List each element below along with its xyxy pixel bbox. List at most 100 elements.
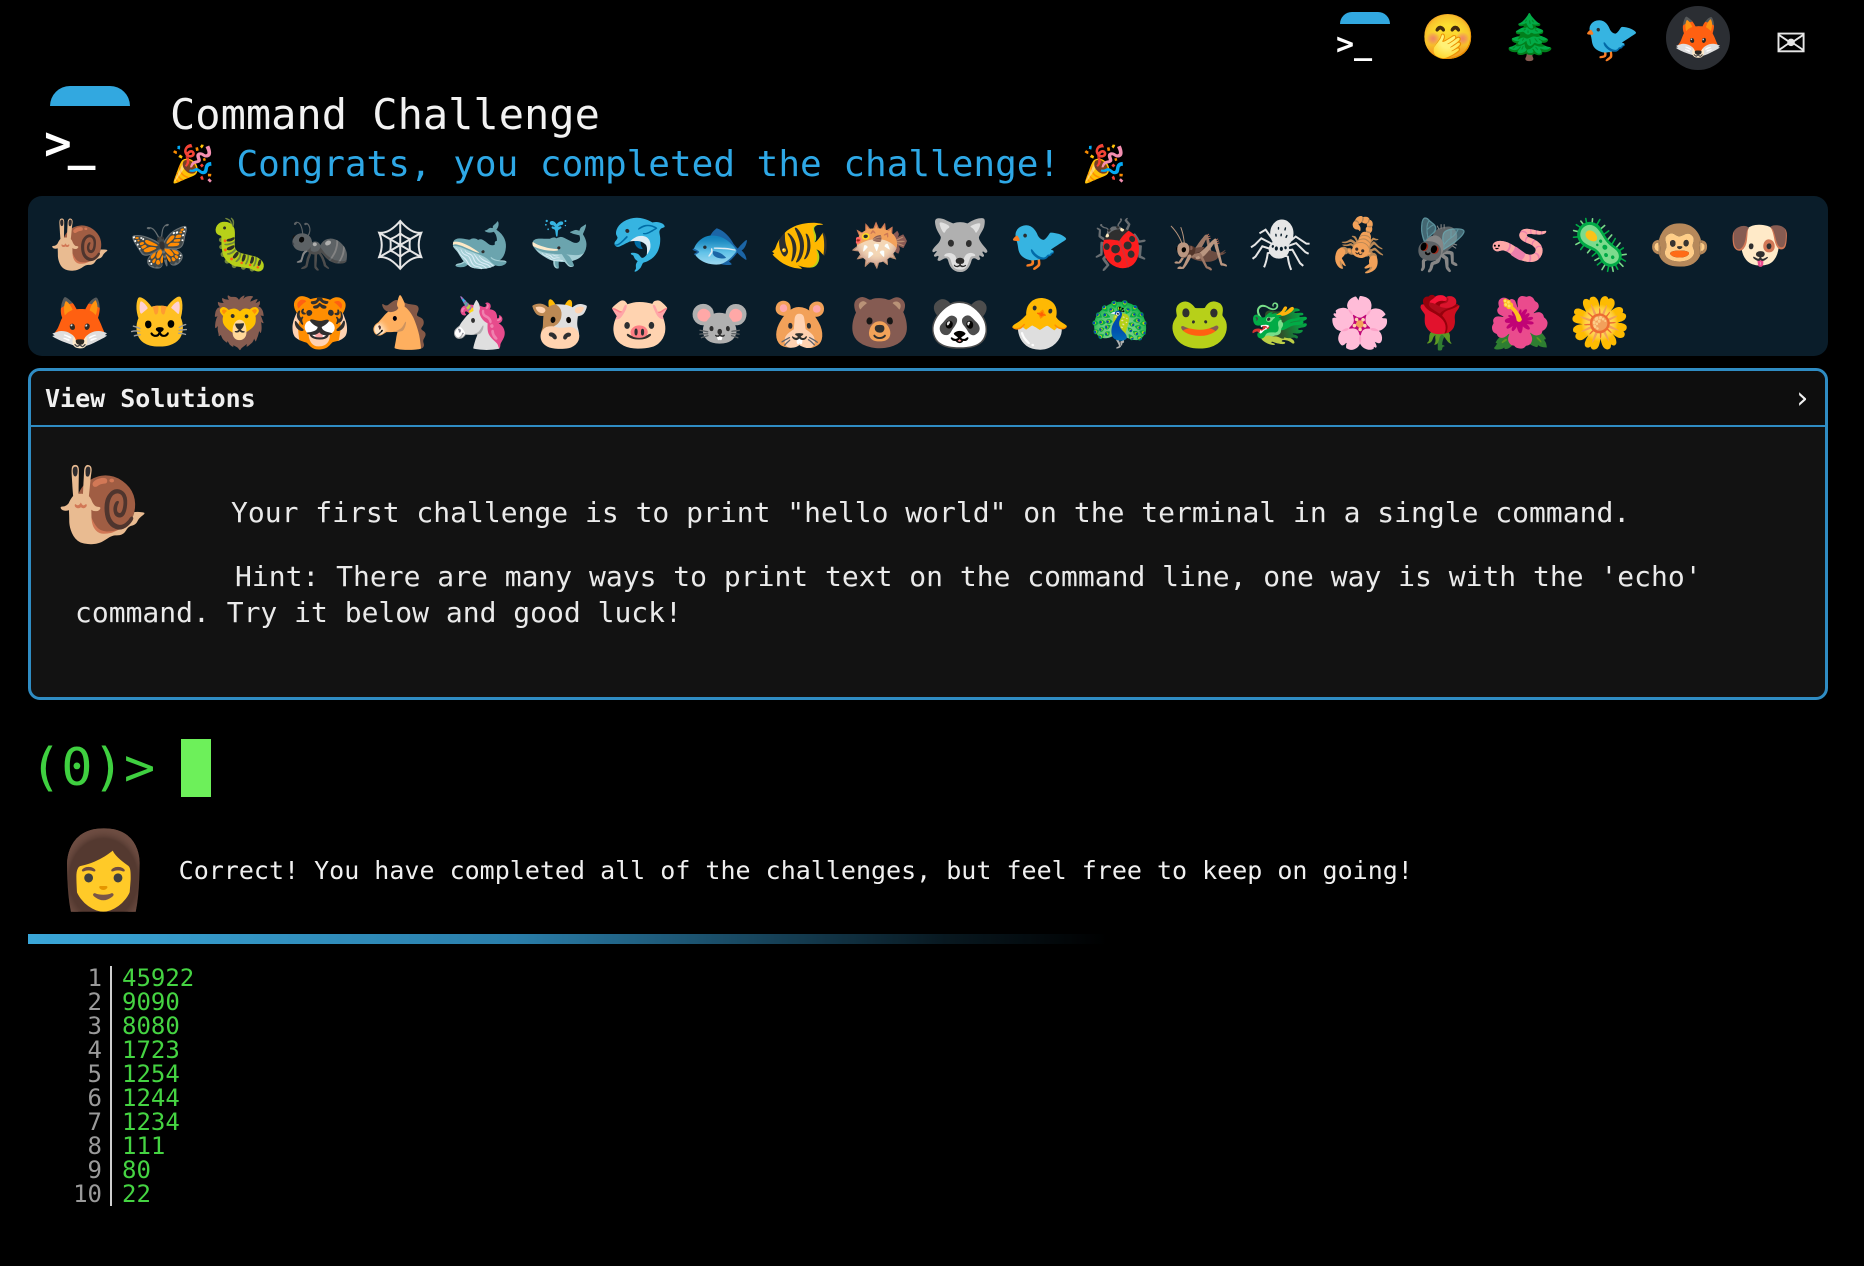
view-solutions-label: View Solutions: [45, 383, 256, 413]
output-line-number: 3: [70, 1014, 112, 1038]
output-value: 9090: [122, 988, 180, 1016]
gitlab-fox-icon[interactable]: 🦊: [1666, 6, 1730, 70]
output-divider: [28, 934, 1108, 944]
level-scorpion-icon[interactable]: 🦂: [1320, 206, 1400, 284]
output-row: 6 1244: [70, 1086, 194, 1110]
social-bar: >_ 🤭 🌲 🐦 🦊 ✉: [1334, 2, 1826, 74]
terminal-prompt: (0)>: [30, 738, 156, 798]
level-dragon-face-icon[interactable]: 🐲: [1240, 284, 1320, 362]
snail-icon: 🐌: [55, 460, 150, 549]
page-subtitle: 🎉 Congrats, you completed the challenge!…: [170, 144, 1127, 185]
challenge-body: 🐌 Your first challenge is to print "hell…: [31, 427, 1825, 631]
level-monkey-face-icon[interactable]: 🐵: [1640, 206, 1720, 284]
output-row: 3 8080: [70, 1014, 194, 1038]
level-fox-icon[interactable]: 🦊: [40, 284, 120, 362]
output-line-number: 1: [70, 966, 112, 990]
level-selector: 🐌 🦋 🐛 🐜 🕸 🐋 🐳 🐬 🐟 🐠 🐡 🐺 🐦 🐞 🦗 🕷 🦂 🪰 🪱 🦠 🐵 🐶 🦊 🐱 🦁 🐯 🐴 🦄 🐮 🐷 🐭 🐹 🐻 🐼 🐣 🦚 🐸 🐲 🌸 🌹…: [28, 196, 1828, 356]
output-value: 111: [122, 1132, 166, 1160]
level-fish-icon[interactable]: 🐟: [680, 206, 760, 284]
envelope-icon[interactable]: ✉: [1756, 10, 1826, 66]
output-line-number: 6: [70, 1086, 112, 1110]
level-hamster-icon[interactable]: 🐹: [760, 284, 840, 362]
output-line-number: 9: [70, 1158, 112, 1182]
level-cat-face-icon[interactable]: 🐱: [120, 284, 200, 362]
level-lady-beetle-icon[interactable]: 🐞: [1080, 206, 1160, 284]
output-row: 8 111: [70, 1134, 194, 1158]
level-lion-icon[interactable]: 🦁: [200, 284, 280, 362]
level-peacock-icon[interactable]: 🦚: [1080, 284, 1160, 362]
level-cherry-blossom-icon[interactable]: 🌸: [1320, 284, 1400, 362]
level-pig-face-icon[interactable]: 🐷: [600, 284, 680, 362]
level-butterfly-icon[interactable]: 🦋: [120, 206, 200, 284]
level-fly-icon[interactable]: 🪰: [1400, 206, 1480, 284]
output-value: 1723: [122, 1036, 180, 1064]
cc-icon-prompt: >_: [1336, 27, 1373, 62]
cmdchallenge-logo-icon[interactable]: >_: [44, 84, 132, 174]
logo-prompt: >_: [44, 116, 95, 170]
output-row: 9 80: [70, 1158, 194, 1182]
view-solutions-toggle[interactable]: View Solutions ›: [31, 371, 1825, 427]
terminal-cursor: [181, 739, 212, 797]
output-value: 45922: [122, 964, 195, 992]
level-dog-face-icon[interactable]: 🐶: [1720, 206, 1800, 284]
result-message-text: Correct! You have completed all of the c…: [178, 855, 1413, 885]
level-ant-icon[interactable]: 🐜: [280, 206, 360, 284]
level-spider-icon[interactable]: 🕷: [1240, 206, 1320, 284]
level-hatching-chick-icon[interactable]: 🐣: [1000, 284, 1080, 362]
level-sunflower-icon[interactable]: 🌼: [1560, 284, 1640, 362]
site-header: >_ Command Challenge 🎉 Congrats, you com…: [44, 84, 1127, 194]
cmdchallenge-home-icon[interactable]: >_: [1334, 10, 1394, 66]
challenge-hint: Hint: There are many ways to print text …: [75, 560, 1702, 629]
output-row: 7 1234: [70, 1110, 194, 1134]
output-line-number: 7: [70, 1110, 112, 1134]
level-cow-face-icon[interactable]: 🐮: [520, 284, 600, 362]
output-line-number: 2: [70, 990, 112, 1014]
challenge-description: Your first challenge is to print "hello …: [231, 496, 1631, 529]
level-blowfish-icon[interactable]: 🐡: [840, 206, 920, 284]
output-line-number: 4: [70, 1038, 112, 1062]
level-frog-icon[interactable]: 🐸: [1160, 284, 1240, 362]
output-row: 4 1723: [70, 1038, 194, 1062]
level-whale-icon[interactable]: 🐋: [440, 206, 520, 284]
output-value: 80: [122, 1156, 151, 1184]
output-row: 1 45922: [70, 966, 194, 990]
output-value: 22: [122, 1180, 151, 1208]
level-panda-icon[interactable]: 🐼: [920, 284, 1000, 362]
level-hibiscus-icon[interactable]: 🌺: [1480, 284, 1560, 362]
logo-dome: [50, 86, 130, 106]
level-cricket-icon[interactable]: 🦗: [1160, 206, 1240, 284]
level-microbe-icon[interactable]: 🦠: [1560, 206, 1640, 284]
level-horse-face-icon[interactable]: 🐴: [360, 284, 440, 362]
level-snail-icon[interactable]: 🐌: [40, 206, 120, 284]
level-tiger-face-icon[interactable]: 🐯: [280, 284, 360, 362]
level-mouse-face-icon[interactable]: 🐭: [680, 284, 760, 362]
level-bear-icon[interactable]: 🐻: [840, 284, 920, 362]
level-dolphin-icon[interactable]: 🐬: [600, 206, 680, 284]
chevron-right-icon: ›: [1792, 380, 1811, 416]
level-rose-icon[interactable]: 🌹: [1400, 284, 1480, 362]
level-spider-web-icon[interactable]: 🕸: [360, 206, 440, 284]
output-value: 1234: [122, 1108, 180, 1136]
face-with-hand-over-mouth-icon[interactable]: 🤭: [1420, 10, 1476, 66]
level-spouting-whale-icon[interactable]: 🐳: [520, 206, 600, 284]
cc-icon-dome: [1340, 12, 1390, 24]
evergreen-tree-icon[interactable]: 🌲: [1502, 10, 1558, 66]
command-output: 1 45922 2 9090 3 8080 4 1723 5 1254 6 1244 7 1234 8 111…: [70, 966, 194, 1206]
level-tropical-fish-icon[interactable]: 🐠: [760, 206, 840, 284]
level-wolf-icon[interactable]: 🐺: [920, 206, 1000, 284]
level-worm-icon[interactable]: 🪱: [1480, 206, 1560, 284]
output-line-number: 10: [70, 1182, 112, 1206]
output-line-number: 5: [70, 1062, 112, 1086]
level-bird-icon[interactable]: 🐦: [1000, 206, 1080, 284]
level-caterpillar-icon[interactable]: 🐛: [200, 206, 280, 284]
twitter-bird-icon[interactable]: 🐦: [1583, 10, 1640, 66]
header-text: Command Challenge 🎉 Congrats, you comple…: [170, 84, 1127, 194]
level-unicorn-icon[interactable]: 🦄: [440, 284, 520, 362]
output-line-number: 8: [70, 1134, 112, 1158]
output-row: 2 9090: [70, 990, 194, 1014]
terminal-input-line[interactable]: (0)>: [30, 738, 212, 798]
page-title: Command Challenge: [170, 90, 600, 139]
result-message: 👩 Correct! You have completed all of the…: [56, 832, 1413, 908]
output-row: 10 22: [70, 1182, 194, 1206]
output-row: 5 1254: [70, 1062, 194, 1086]
